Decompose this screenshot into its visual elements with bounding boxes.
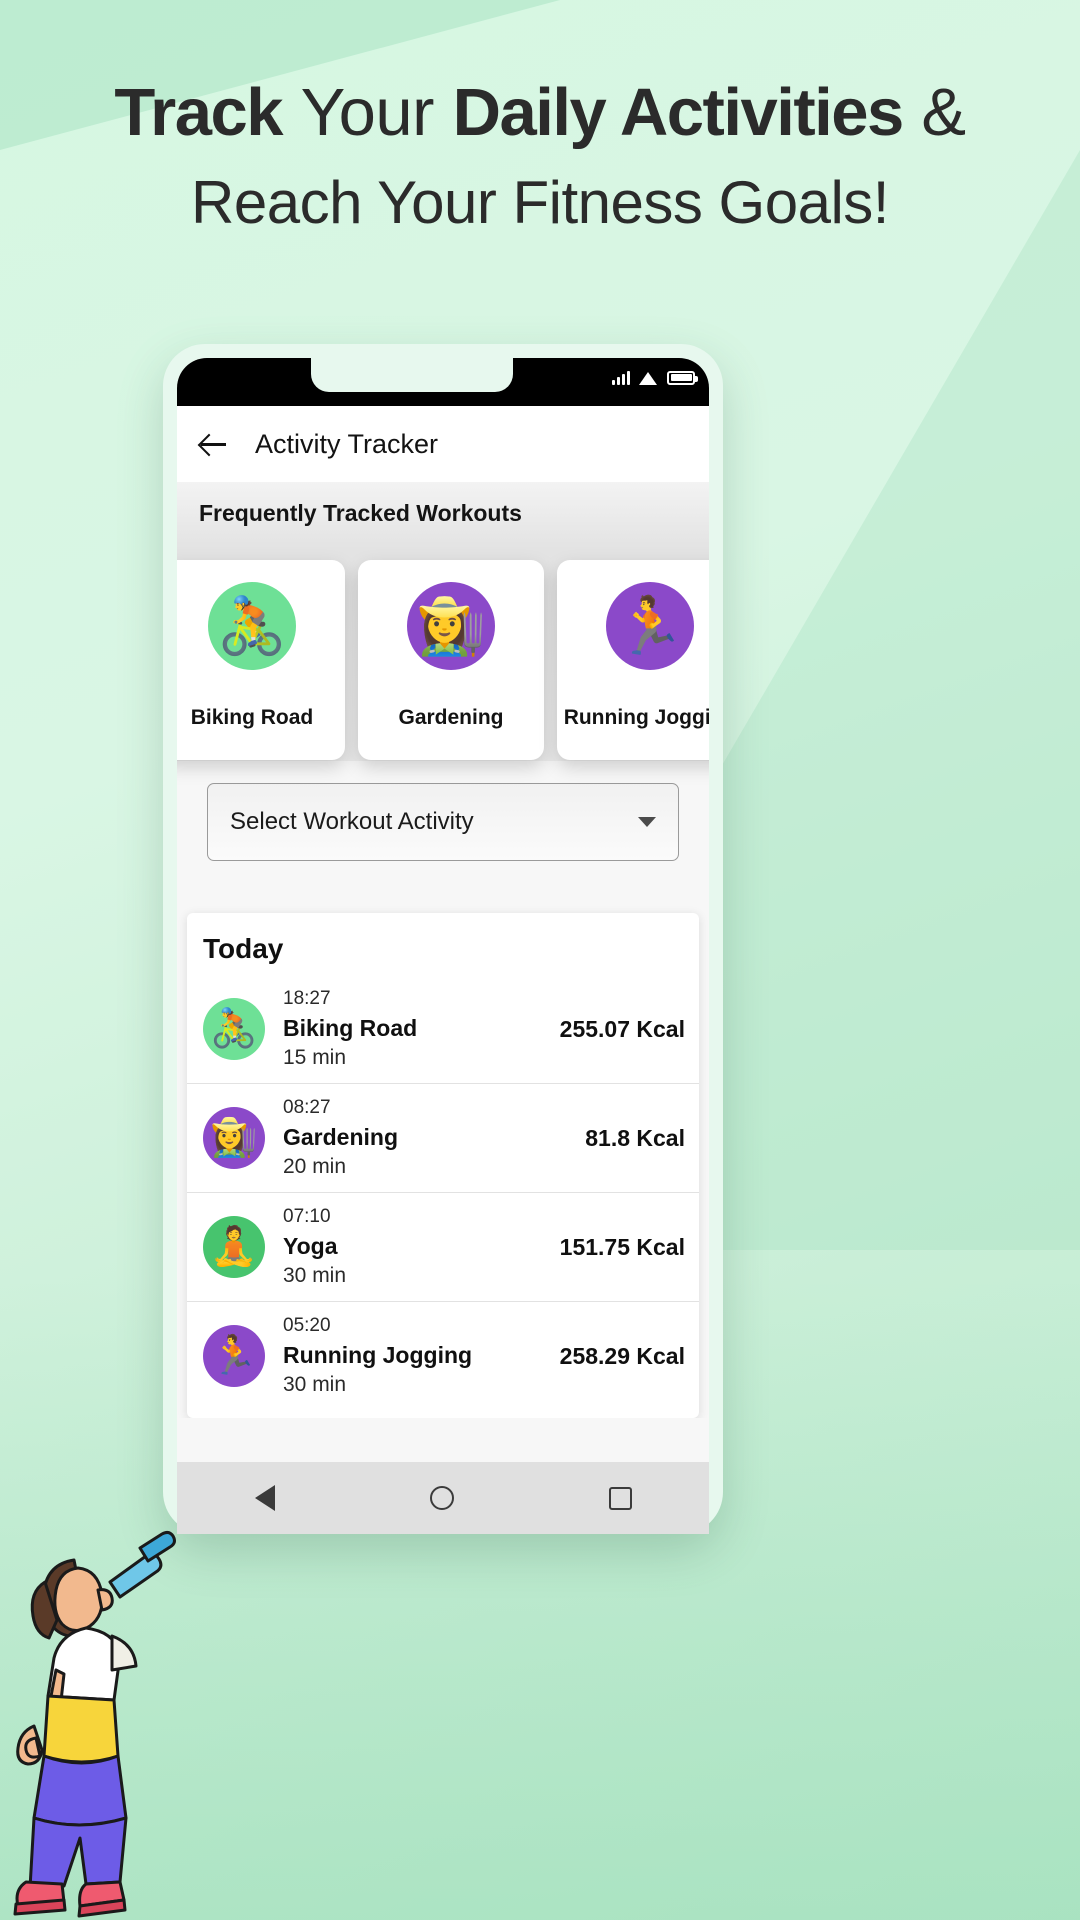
activity-details: 18:27 Biking Road 15 min — [283, 988, 542, 1070]
back-arrow-icon[interactable] — [199, 429, 229, 459]
today-activities-card: Today 🚴 18:27 Biking Road 15 min 255.07 Kcal… — [187, 913, 699, 1418]
activity-details: 05:20 Running Jogging 30 min — [283, 1315, 542, 1397]
notch — [311, 358, 513, 392]
nav-home-circle-icon[interactable] — [429, 1486, 454, 1510]
activity-name: Biking Road — [283, 1015, 418, 1041]
activity-icon: 👩‍🌾 — [203, 1107, 265, 1169]
activity-calories: 258.29 Kcal — [559, 1342, 685, 1369]
workout-card-label: Gardening — [398, 706, 504, 729]
today-heading: Today — [203, 933, 284, 964]
activity-details: 08:27 Gardening 20 min — [283, 1097, 567, 1179]
activity-details: 07:10 Yoga 30 min — [283, 1206, 542, 1288]
phone-mockup: Activity Tracker Frequently Tracked Work… — [163, 344, 723, 1534]
activity-icon: 🏃 — [203, 1325, 265, 1387]
workout-card-label: Biking Road — [190, 706, 314, 729]
phone-screen: Activity Tracker Frequently Tracked Work… — [177, 358, 709, 1534]
activity-time: 18:27 — [283, 988, 331, 1009]
activity-time: 08:27 — [283, 1097, 331, 1118]
activity-calories: 151.75 Kcal — [559, 1233, 685, 1260]
headline-line-two: Reach Your Fitness Goals! — [191, 168, 889, 236]
activity-duration: 20 min — [283, 1155, 347, 1178]
android-navigation-bar — [177, 1462, 709, 1534]
headline-word-track: Track — [114, 75, 283, 150]
signal-bars-icon — [612, 370, 630, 385]
activity-duration: 30 min — [283, 1373, 347, 1396]
select-workout-activity-dropdown[interactable]: Select Workout Activity — [207, 783, 679, 861]
headline-ampersand: & — [921, 75, 966, 150]
wifi-icon — [639, 371, 658, 385]
activity-duration: 30 min — [283, 1264, 347, 1287]
promo-headline: Track Your Daily Activities & Reach Your… — [0, 72, 1080, 239]
headline-words-daily-activities: Daily Activities — [452, 75, 905, 150]
nav-recents-square-icon[interactable] — [608, 1486, 632, 1510]
dropdown-selected-label: Select Workout Activity — [230, 808, 474, 835]
activity-row[interactable]: 🚴 18:27 Biking Road 15 min 255.07 Kcal — [187, 975, 699, 1083]
status-bar-icons — [612, 370, 698, 385]
status-bar — [177, 358, 709, 406]
workout-card-icon: 👩‍🌾 — [407, 582, 495, 670]
activity-calories: 81.8 Kcal — [585, 1124, 685, 1151]
activity-time: 07:10 — [283, 1206, 331, 1227]
dropdown-gap — [177, 861, 709, 913]
activity-duration: 15 min — [283, 1046, 347, 1069]
activity-row[interactable]: 🏃 05:20 Running Jogging 30 min 258.29 Kcal — [187, 1301, 699, 1410]
activity-calories: 255.07 Kcal — [559, 1015, 685, 1042]
workout-card[interactable]: 👩‍🌾 Gardening — [358, 560, 544, 760]
activity-name: Gardening — [283, 1124, 399, 1150]
activity-time: 05:20 — [283, 1315, 331, 1336]
headline-word-your: Your — [300, 75, 435, 150]
page-title: Activity Tracker — [255, 428, 439, 459]
frequent-workout-cards: 🚴 Biking Road 👩‍🌾 Gardening 🏃 Running Jogging — [177, 560, 709, 760]
workout-card-label: Running Jogging — [563, 706, 709, 729]
woman-drinking-water-illustration — [13, 1530, 176, 1918]
activity-row[interactable]: 👩‍🌾 08:27 Gardening 20 min 81.8 Kcal — [187, 1083, 699, 1192]
activity-icon: 🧘 — [203, 1216, 265, 1278]
battery-full-icon — [667, 370, 698, 385]
workout-card-icon: 🏃 — [606, 582, 694, 670]
today-activity-list: 🚴 18:27 Biking Road 15 min 255.07 Kcal 👩‍🌾 08:… — [187, 975, 699, 1410]
activity-name: Yoga — [283, 1233, 338, 1259]
workout-card[interactable]: 🚴 Biking Road — [177, 560, 345, 760]
activity-row[interactable]: 🧘 07:10 Yoga 30 min 151.75 Kcal — [187, 1192, 699, 1301]
dropdown-container: Select Workout Activity — [177, 761, 709, 861]
chevron-down-icon — [638, 817, 656, 827]
frequent-workouts-heading: Frequently Tracked Workouts — [177, 482, 709, 549]
workout-card[interactable]: 🏃 Running Jogging — [557, 560, 709, 760]
nav-back-triangle-icon[interactable] — [254, 1485, 275, 1511]
activity-name: Running Jogging — [283, 1342, 473, 1368]
app-bar: Activity Tracker — [177, 406, 709, 482]
workout-card-icon: 🚴 — [208, 582, 296, 670]
activity-icon: 🚴 — [203, 998, 265, 1060]
